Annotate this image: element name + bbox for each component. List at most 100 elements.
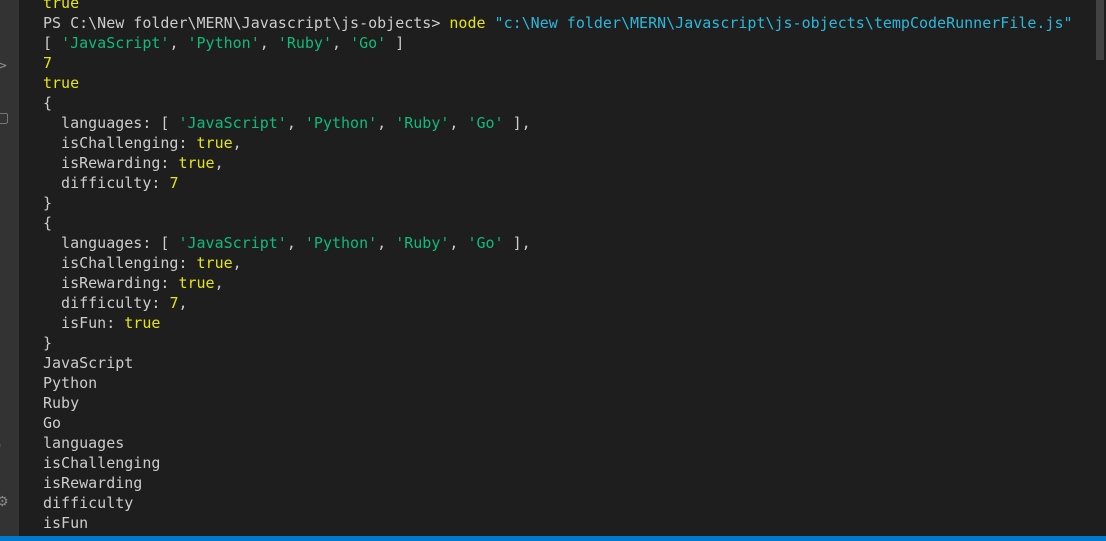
- terminal-token: 'Go': [350, 34, 387, 52]
- terminal-panel[interactable]: true PS C:\New folder\MERN\Javascript\js-…: [19, 0, 1094, 536]
- terminal-line: isChallenging: true,: [43, 253, 1073, 273]
- copy-icon[interactable]: ▢: [0, 110, 12, 126]
- terminal-token: PS C:\New folder\MERN\Javascript\js-obje…: [43, 14, 450, 32]
- terminal-token: 'Ruby': [277, 34, 332, 52]
- terminal-token: true: [196, 134, 233, 152]
- terminal-line: {: [43, 93, 1073, 113]
- terminal-token: 7: [43, 54, 53, 72]
- terminal-token: }: [43, 334, 53, 352]
- terminal-token: 'Ruby': [395, 114, 450, 132]
- terminal-token: ,: [449, 114, 468, 132]
- terminal-token: 'Go': [467, 234, 504, 252]
- terminal-token: JavaScript: [43, 354, 134, 372]
- terminal-token: isFun:: [43, 314, 125, 332]
- terminal-token: [: [43, 34, 62, 52]
- terminal-line: {: [43, 213, 1073, 233]
- terminal-token: ,: [259, 34, 278, 52]
- terminal-token: difficulty:: [43, 294, 170, 312]
- terminal-token: 'Ruby': [395, 234, 450, 252]
- terminal-line: isChallenging: true,: [43, 133, 1073, 153]
- terminal-line: true: [43, 0, 1073, 13]
- terminal-token: languages: [: [43, 234, 179, 252]
- terminal-line: difficulty: 7: [43, 173, 1073, 193]
- terminal-line: isRewarding: true,: [43, 273, 1073, 293]
- terminal-token: ,: [286, 234, 305, 252]
- terminal-token: ,: [178, 294, 188, 312]
- terminal-line: Go: [43, 413, 1073, 433]
- terminal-line: isRewarding: true,: [43, 153, 1073, 173]
- terminal-line: JavaScript: [43, 353, 1073, 373]
- status-bar: [0, 536, 1106, 541]
- terminal-line: [ 'JavaScript', 'Python', 'Ruby', 'Go' ]: [43, 33, 1073, 53]
- terminal-line: difficulty: [43, 493, 1073, 513]
- terminal-line: isChallenging: [43, 453, 1073, 473]
- terminal-token: ,: [214, 154, 224, 172]
- terminal-token: isChallenging: [43, 454, 161, 472]
- terminal-token: 'Python': [187, 34, 260, 52]
- terminal-token: }: [43, 194, 53, 212]
- terminal-token: ,: [169, 34, 188, 52]
- terminal-token: isChallenging:: [43, 134, 197, 152]
- terminal-scrollbar[interactable]: [1094, 0, 1106, 536]
- terminal-token: ,: [332, 34, 351, 52]
- terminal-token: ,: [377, 234, 396, 252]
- terminal-token: true: [43, 74, 80, 92]
- terminal-line: PS C:\New folder\MERN\Javascript\js-obje…: [43, 13, 1073, 33]
- terminal-line: 7: [43, 53, 1073, 73]
- terminal-token: true: [43, 0, 80, 12]
- terminal-token: 'Go': [467, 114, 504, 132]
- terminal-token: isRewarding:: [43, 154, 179, 172]
- terminal-token: true: [124, 314, 161, 332]
- terminal-token: languages: [: [43, 114, 179, 132]
- terminal-token: isChallenging:: [43, 254, 197, 272]
- terminal-token: "c:\New folder\MERN\Javascript\js-object…: [494, 14, 1073, 32]
- terminal-token: 7: [169, 174, 179, 192]
- terminal-output: true PS C:\New folder\MERN\Javascript\js-…: [43, 0, 1073, 533]
- terminal-token: ,: [449, 234, 468, 252]
- terminal-token: isFun: [43, 514, 89, 532]
- terminal-line: languages: [ 'JavaScript', 'Python', 'Ru…: [43, 233, 1073, 253]
- scrollbar-thumb[interactable]: [1096, 0, 1104, 60]
- terminal-token: difficulty:: [43, 174, 170, 192]
- terminal-token: languages: [43, 434, 125, 452]
- terminal-line: Python: [43, 373, 1073, 393]
- terminal-token: 'Python': [304, 234, 378, 252]
- terminal-line: isFun: true: [43, 313, 1073, 333]
- terminal-token: Ruby: [43, 394, 80, 412]
- terminal-token: Python: [43, 374, 98, 392]
- account-icon[interactable]: ): [0, 438, 12, 454]
- terminal-token: 'JavaScript': [178, 114, 287, 132]
- terminal-token: 'JavaScript': [61, 34, 170, 52]
- terminal-token: difficulty: [43, 494, 134, 512]
- terminal-line: languages: [ 'JavaScript', 'Python', 'Ru…: [43, 113, 1073, 133]
- terminal-token: Go: [43, 414, 62, 432]
- terminal-token: ,: [214, 274, 224, 292]
- terminal-token: isRewarding:: [43, 274, 179, 292]
- terminal-token: ],: [503, 114, 531, 132]
- terminal-line: isRewarding: [43, 473, 1073, 493]
- terminal-token: {: [43, 214, 53, 232]
- terminal-token: isRewarding: [43, 474, 143, 492]
- terminal-line: }: [43, 193, 1073, 213]
- terminal-token: ,: [377, 114, 396, 132]
- terminal-token: ,: [232, 254, 242, 272]
- terminal-token: ]: [386, 34, 405, 52]
- terminal-token: ,: [286, 114, 305, 132]
- terminal-token: node: [449, 14, 486, 32]
- terminal-token: {: [43, 94, 53, 112]
- vscode-window: > ▢ ) ⚙ true PS C:\New folder\MERN\Javasc…: [0, 0, 1106, 541]
- terminal-token: 'Python': [304, 114, 378, 132]
- chevron-right-icon[interactable]: >: [0, 58, 12, 74]
- terminal-line: }: [43, 333, 1073, 353]
- terminal-line: difficulty: 7,: [43, 293, 1073, 313]
- terminal-token: ,: [232, 134, 242, 152]
- terminal-line: true: [43, 73, 1073, 93]
- activity-bar: > ▢ ) ⚙: [0, 0, 19, 536]
- terminal-line: languages: [43, 433, 1073, 453]
- terminal-token: ],: [503, 234, 531, 252]
- gear-icon[interactable]: ⚙: [0, 494, 12, 510]
- terminal-line: Ruby: [43, 393, 1073, 413]
- terminal-token: 'JavaScript': [178, 234, 287, 252]
- terminal-token: true: [178, 274, 215, 292]
